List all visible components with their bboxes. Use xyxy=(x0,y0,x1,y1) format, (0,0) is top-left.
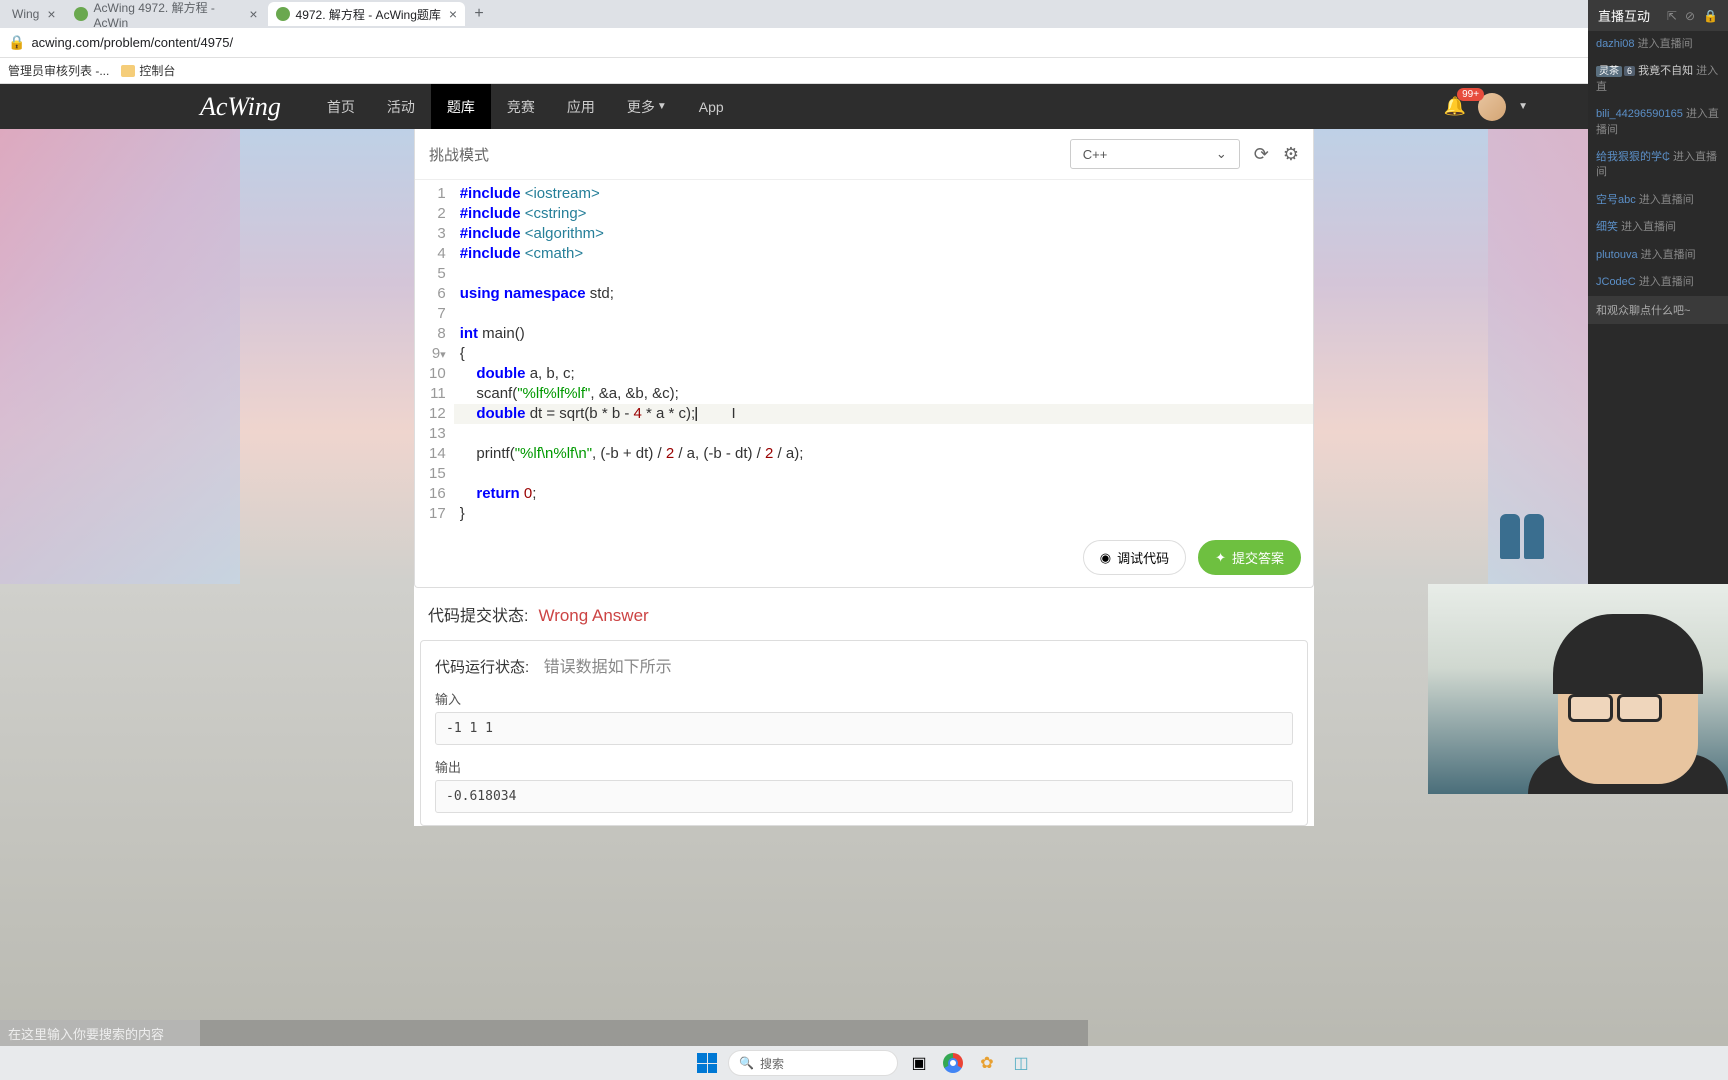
main-content: 挑战模式 C++ ⌄ ⟳ ⚙ 123456789▾101112131415161… xyxy=(414,129,1314,826)
input-box: -1 1 1 xyxy=(435,712,1293,745)
close-icon[interactable]: × xyxy=(47,6,55,22)
debug-button[interactable]: ◉ 调试代码 xyxy=(1083,540,1186,575)
mute-icon[interactable]: ⊘ xyxy=(1685,9,1695,23)
taskbar-search[interactable]: 🔍 搜索 xyxy=(728,1050,898,1076)
page-search-bar: 在这里输入你要搜索的内容 xyxy=(0,1020,1088,1046)
output-label: 输出 xyxy=(435,757,1293,776)
nav-item[interactable]: 竞赛 xyxy=(491,84,551,129)
chat-input-hint[interactable]: 和观众聊点什么吧~ xyxy=(1588,296,1728,324)
app-icon[interactable]: ◫ xyxy=(1008,1050,1034,1076)
url-bar: 🔒 acwing.com/problem/content/4975/ xyxy=(0,28,1728,58)
chrome-icon[interactable] xyxy=(940,1050,966,1076)
notifications-button[interactable]: 🔔99+ xyxy=(1444,96,1466,117)
live-chat-header: 直播互动 ⇱ ⊘ 🔒 xyxy=(1588,0,1728,31)
windows-icon xyxy=(697,1053,717,1073)
line-gutter: 123456789▾1011121314151617 xyxy=(415,180,454,528)
tab-title: 4972. 解方程 - AcWing题库 xyxy=(296,6,441,23)
browser-tab[interactable]: AcWing 4972. 解方程 - AcWin × xyxy=(66,2,266,26)
output-box: -0.618034 xyxy=(435,780,1293,813)
favicon-icon xyxy=(74,7,88,21)
bookmarks-bar: 管理员审核列表 -... 控制台 xyxy=(0,58,1728,84)
search-input[interactable]: 在这里输入你要搜索的内容 xyxy=(0,1020,200,1046)
bookmark-item[interactable]: 管理员审核列表 -... xyxy=(8,62,109,79)
play-icon: ◉ xyxy=(1100,550,1111,566)
chat-message: dazhi08 进入直播间 xyxy=(1588,31,1728,58)
chat-message: JCodeC 进入直播间 xyxy=(1588,269,1728,296)
chevron-down-icon[interactable]: ▼ xyxy=(1518,101,1528,112)
nav-item[interactable]: App xyxy=(683,84,740,129)
refresh-icon[interactable]: ⟳ xyxy=(1254,144,1269,165)
tab-title: Wing xyxy=(12,7,39,21)
chat-message: plutouva 进入直播间 xyxy=(1588,242,1728,269)
nav-item[interactable]: 题库 xyxy=(431,84,491,129)
browser-tab[interactable]: Wing × xyxy=(4,2,64,26)
nav-item[interactable]: 更多 ▼ xyxy=(611,84,683,129)
taskbar: 🔍 搜索 ▣ ✿ ◫ xyxy=(0,1046,1728,1080)
webcam-feed xyxy=(1428,584,1728,794)
language-select[interactable]: C++ ⌄ xyxy=(1070,139,1240,169)
close-icon[interactable]: × xyxy=(449,6,457,22)
chat-message: 灵茶6 我竟不自知 进入直 xyxy=(1588,58,1728,101)
chat-message: bili_44296590165 进入直播间 xyxy=(1588,101,1728,144)
code-editor[interactable]: 123456789▾1011121314151617 #include <ios… xyxy=(415,180,1313,528)
nav-item[interactable]: 应用 xyxy=(551,84,611,129)
folder-icon xyxy=(121,65,135,77)
nav-item[interactable]: 活动 xyxy=(371,84,431,129)
lock-icon[interactable]: 🔒 xyxy=(1703,9,1718,23)
editor-panel: 挑战模式 C++ ⌄ ⟳ ⚙ 123456789▾101112131415161… xyxy=(414,129,1314,588)
input-label: 输入 xyxy=(435,689,1293,708)
bookmark-item[interactable]: 控制台 xyxy=(121,62,175,79)
browser-tab-active[interactable]: 4972. 解方程 - AcWing题库 × xyxy=(268,2,466,26)
nav-item[interactable]: 首页 xyxy=(311,84,371,129)
status-value: Wrong Answer xyxy=(538,606,648,626)
favicon-icon xyxy=(276,7,290,21)
site-nav: AcWing 首页活动题库竞赛应用更多 ▼App 🔔99+ ▼ xyxy=(0,84,1728,129)
live-chat-panel: 直播互动 ⇱ ⊘ 🔒 dazhi08 进入直播间灵茶6 我竟不自知 进入直bil… xyxy=(1588,0,1728,584)
output-panel: 代码运行状态: 错误数据如下所示 输入 -1 1 1 输出 -0.618034 xyxy=(420,640,1308,826)
gear-icon[interactable]: ⚙ xyxy=(1283,144,1299,165)
status-label: 代码提交状态: xyxy=(428,602,528,626)
new-tab-button[interactable]: + xyxy=(467,2,491,26)
chevron-down-icon: ⌄ xyxy=(1216,146,1227,162)
tab-title: AcWing 4972. 解方程 - AcWin xyxy=(94,0,242,30)
code-content[interactable]: #include <iostream>#include <cstring>#in… xyxy=(454,180,1313,528)
submit-button[interactable]: ✦ 提交答案 xyxy=(1198,540,1301,575)
run-status-label: 代码运行状态: xyxy=(435,659,529,676)
browser-tabs: Wing × AcWing 4972. 解方程 - AcWin × 4972. … xyxy=(0,0,1728,28)
close-icon[interactable]: × xyxy=(249,6,257,22)
chat-message: 给我狠狠的学₵ 进入直播间 xyxy=(1588,144,1728,187)
challenge-mode-label[interactable]: 挑战模式 xyxy=(429,144,489,165)
logo[interactable]: AcWing xyxy=(200,92,281,122)
run-status-sub: 错误数据如下所示 xyxy=(544,659,672,676)
lock-icon: 🔒 xyxy=(8,34,25,51)
start-button[interactable] xyxy=(694,1050,720,1076)
search-icon: 🔍 xyxy=(739,1056,754,1070)
taskview-icon[interactable]: ▣ xyxy=(906,1050,932,1076)
app-icon[interactable]: ✿ xyxy=(974,1050,1000,1076)
chat-message: 空号abc 进入直播间 xyxy=(1588,187,1728,214)
link-icon[interactable]: ⇱ xyxy=(1667,9,1677,23)
url-text[interactable]: acwing.com/problem/content/4975/ xyxy=(31,35,233,50)
chat-message: 细笑 进入直播间 xyxy=(1588,214,1728,241)
submit-icon: ✦ xyxy=(1215,550,1226,566)
badge: 99+ xyxy=(1457,88,1484,101)
submit-status: 代码提交状态: Wrong Answer xyxy=(414,588,1314,640)
